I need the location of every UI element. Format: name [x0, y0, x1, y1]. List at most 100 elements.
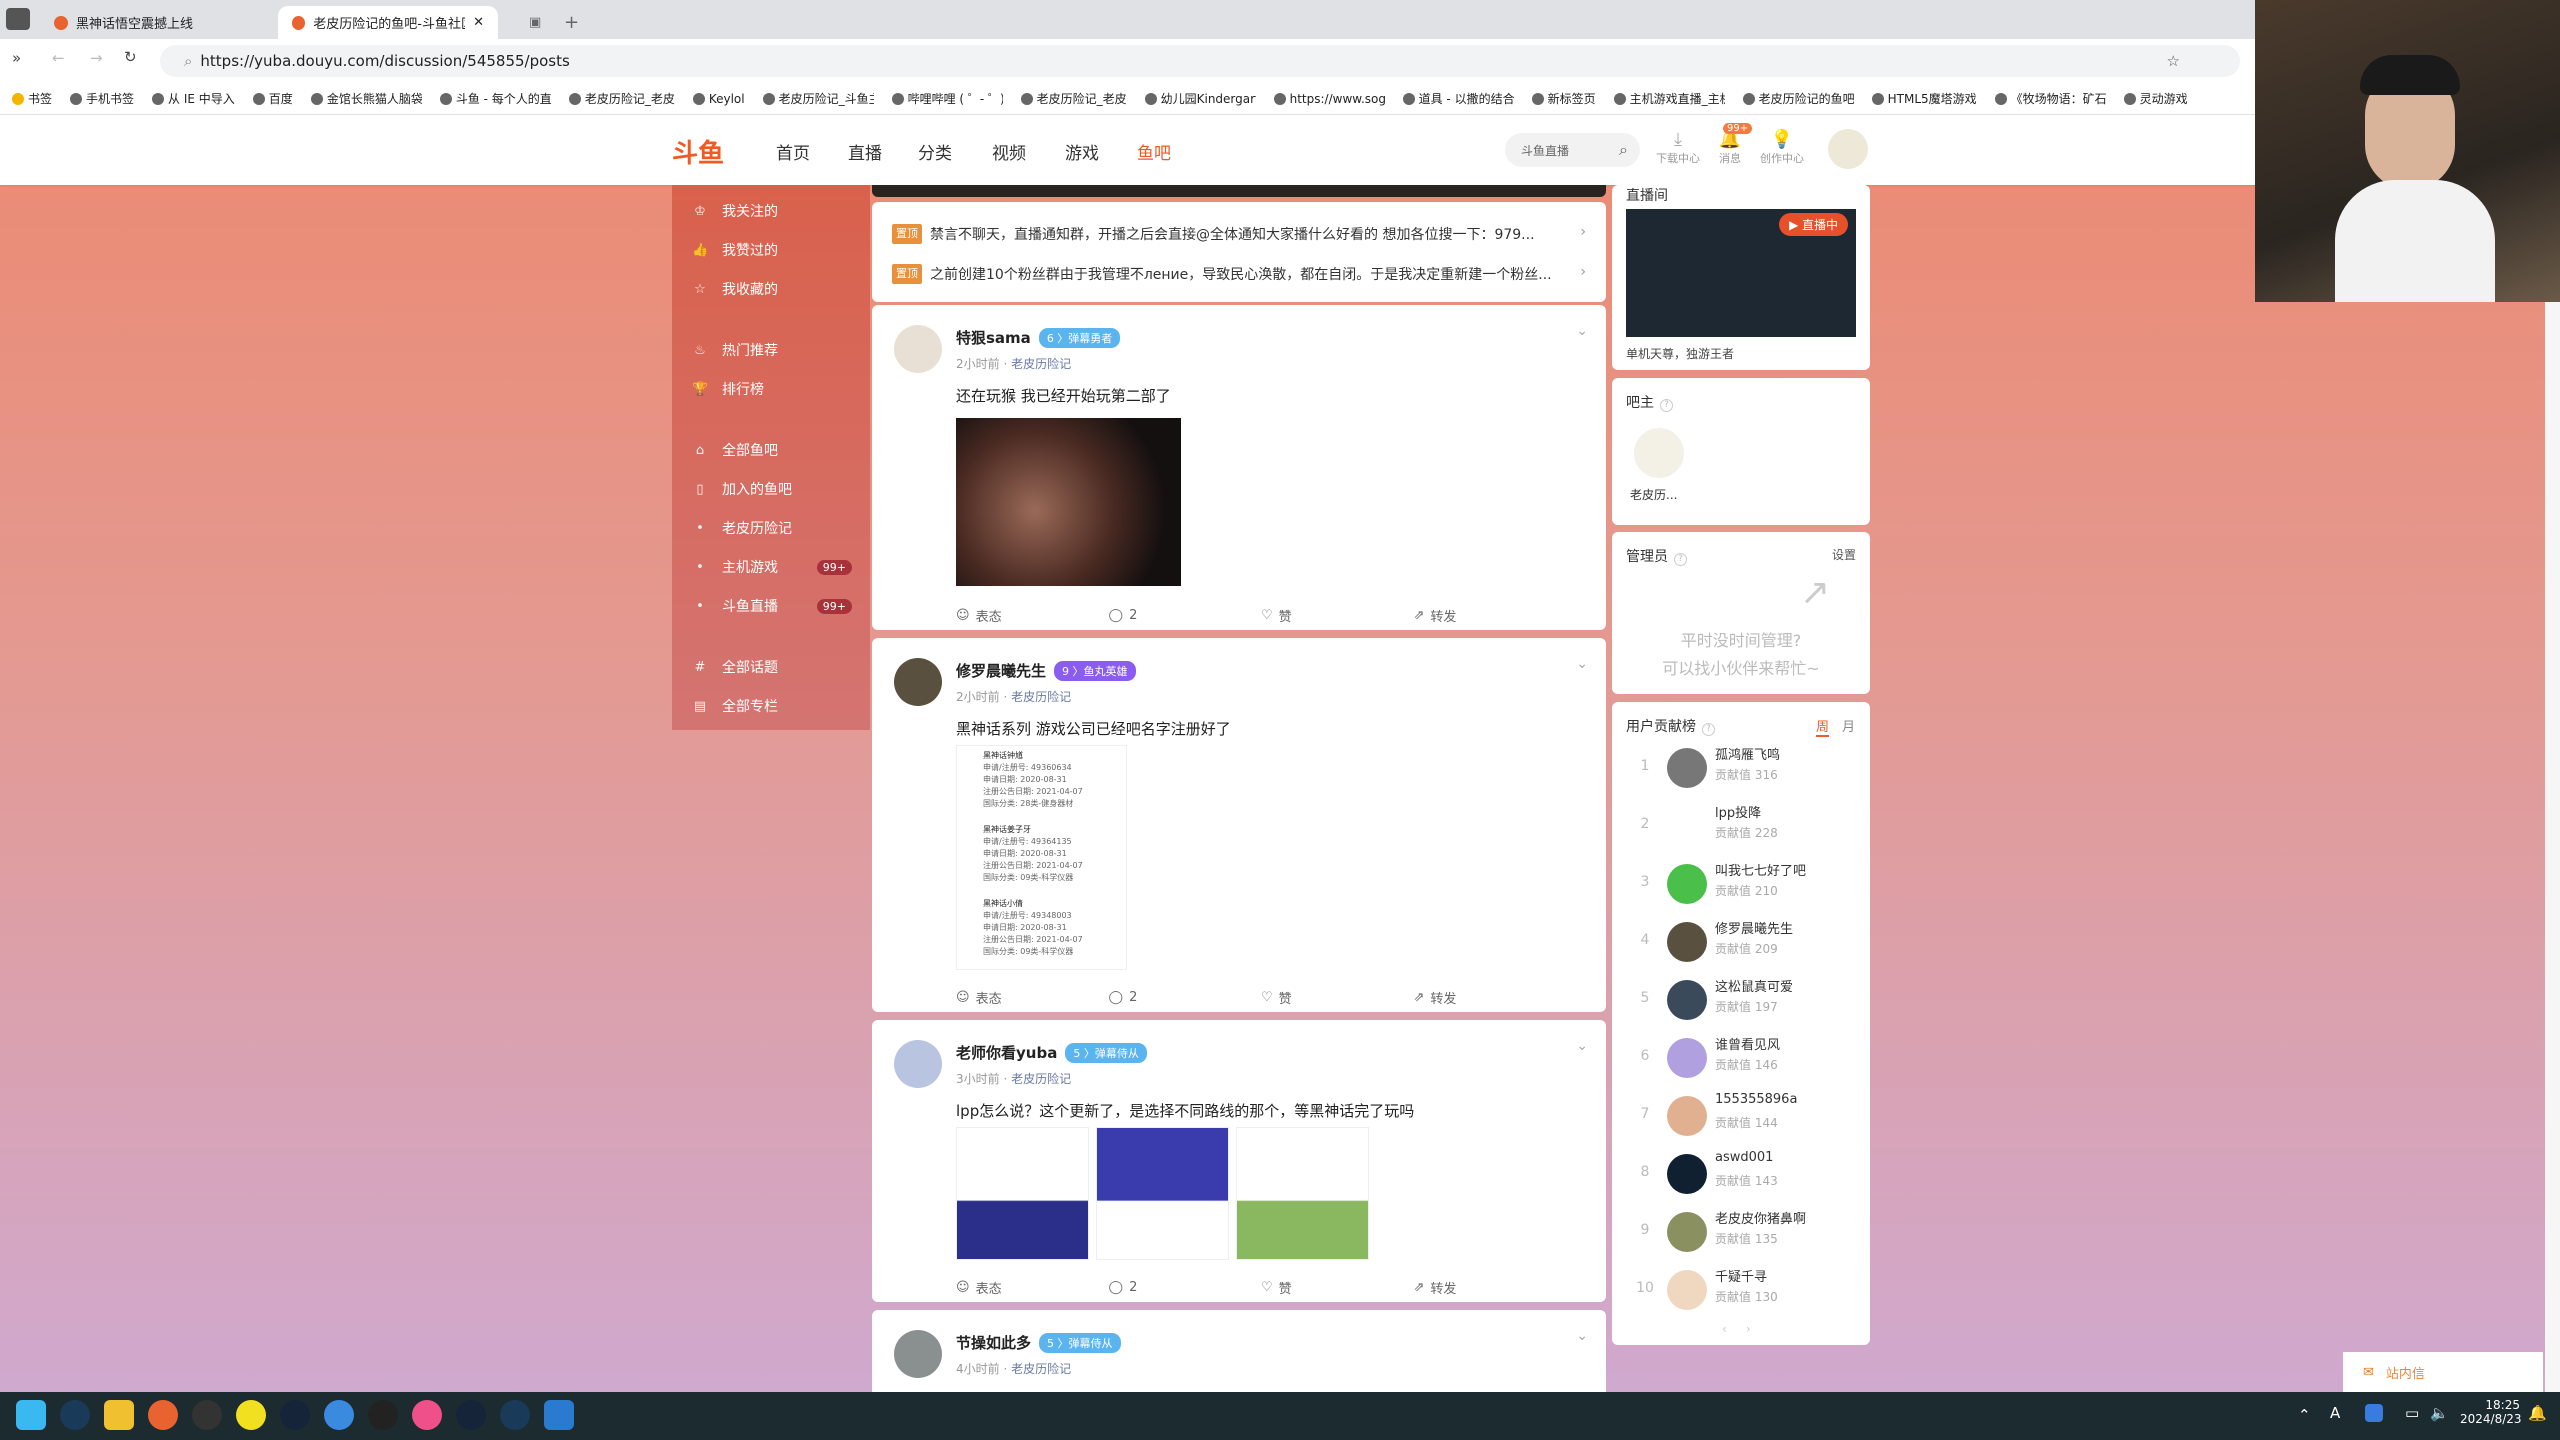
active-app-icon[interactable] [544, 1400, 574, 1430]
community-link[interactable]: 老皮历险记 [1011, 690, 1071, 704]
bookmark-item[interactable]: 斗鱼 - 每个人的直 [439, 90, 551, 107]
bookmark-item[interactable]: 老皮历险记_老皮 [1020, 90, 1127, 107]
nav-1[interactable]: 直播 [848, 139, 882, 164]
sidebar-item-1[interactable]: 👍 我赞过的 [692, 240, 862, 260]
obs-icon[interactable] [192, 1400, 222, 1430]
user-name[interactable]: 叫我七七好了吧 [1715, 860, 1806, 879]
live-thumbnail[interactable]: ▶ 直播中 [1626, 209, 1856, 337]
post-author[interactable]: 修罗晨曦先生 9 〉鱼丸英雄 [956, 660, 1136, 681]
avatar[interactable] [1667, 980, 1707, 1020]
post-image[interactable] [956, 1127, 1089, 1260]
share-button[interactable]: ⇗ 转发 [1414, 606, 1567, 625]
avatar[interactable] [1667, 922, 1707, 962]
chevron-down-icon[interactable]: ⌄ [1576, 323, 1588, 339]
chrome-icon[interactable] [324, 1400, 354, 1430]
nav-4[interactable]: 游戏 [1065, 139, 1099, 164]
help-icon[interactable]: ? [1702, 723, 1715, 736]
tab-actions-icon[interactable] [6, 8, 30, 30]
nav-5[interactable]: 鱼吧 [1137, 139, 1171, 164]
ranking-row[interactable]: 2 lpp投降 贡献值 228 [1612, 800, 1852, 858]
search-input[interactable]: 斗鱼直播 ⌕ [1505, 133, 1640, 167]
ime-indicator[interactable]: A [2330, 1404, 2340, 1422]
user-name[interactable]: 老皮皮你猪鼻啊 [1715, 1208, 1806, 1227]
pinned-post[interactable]: 置顶 禁言不聊天，直播通知群，开播之后会直接@全体通知大家播什么好看的 想加各位搜… [892, 224, 1586, 244]
bookmark-item[interactable]: 哔哩哔哩 ( ゜- ゜)つ [891, 90, 1003, 107]
bookmark-item[interactable]: 百度 [252, 90, 293, 107]
bookmark-item[interactable]: 老皮历险记_斗鱼主 [762, 90, 874, 107]
close-tab-icon[interactable]: ✕ [473, 15, 484, 30]
admin-settings-link[interactable]: 设置 [1832, 546, 1856, 563]
douyu-icon[interactable] [148, 1400, 178, 1430]
user-name[interactable]: 修罗晨曦先生 [1715, 918, 1793, 937]
user-name[interactable]: 这松鼠真可爱 [1715, 976, 1793, 995]
app-g-icon[interactable] [368, 1400, 398, 1430]
nav-2[interactable]: 分类 [918, 139, 952, 164]
sidebar-item-2[interactable]: ☆ 我收藏的 [692, 279, 862, 299]
banner-carousel[interactable] [872, 185, 1606, 197]
react-button[interactable]: ☺ 表态 [956, 988, 1109, 1007]
bookmark-item[interactable]: 老皮历险记的鱼吧 [1742, 90, 1854, 107]
sidebar-item-5[interactable]: ⌂ 全部鱼吧 [692, 440, 862, 460]
clock[interactable]: 18:25 2024/8/23 [2460, 1398, 2522, 1426]
bookmark-item[interactable]: 金馆长熊猫人脑袋 [310, 90, 422, 107]
user-name[interactable]: aswd001 [1715, 1150, 1773, 1165]
user-name[interactable]: lpp投降 [1715, 802, 1761, 821]
help-icon[interactable]: ? [1674, 553, 1687, 566]
bulb-button[interactable]: 💡 创作中心 [1757, 129, 1807, 166]
react-button[interactable]: ☺ 表态 [956, 606, 1109, 625]
ranking-row[interactable]: 4 修罗晨曦先生 贡献值 209 [1612, 916, 1852, 974]
owner-avatar[interactable] [1634, 428, 1684, 478]
bookmark-item[interactable]: 幼儿园Kindergarten [1144, 90, 1256, 107]
sidebar-item-3[interactable]: ♨ 热门推荐 [692, 340, 862, 360]
nav-3[interactable]: 视频 [992, 139, 1026, 164]
avatar[interactable] [1667, 748, 1707, 788]
start-icon[interactable] [16, 1400, 46, 1430]
app-icon[interactable] [456, 1400, 486, 1430]
comment-button[interactable]: ◯ 2 [1109, 606, 1262, 625]
sidebar-toggle-icon[interactable]: » [12, 49, 21, 67]
tab-month[interactable]: 月 [1842, 716, 1855, 735]
post-author[interactable]: 老师你看yuba 5 〉弹幕侍从 [956, 1042, 1147, 1063]
bookmark-item[interactable]: Keylol [692, 92, 745, 106]
post-image[interactable]: 黑神话钟馗 申请/注册号: 49360634 申请日期: 2020-08-31 注册公… [956, 745, 1127, 970]
avatar[interactable] [894, 1330, 942, 1378]
ranking-row[interactable]: 6 谁曾看见风 贡献值 146 [1612, 1032, 1852, 1090]
bookmark-item[interactable]: 道具 - 以撒的结合 [1402, 90, 1514, 107]
sidebar-item-4[interactable]: 🏆 排行榜 [692, 379, 862, 399]
bookmark-item[interactable]: 书签 [12, 90, 52, 107]
sidebar-item-6[interactable]: ▯ 加入的鱼吧 [692, 479, 862, 499]
qq-music-icon[interactable] [236, 1400, 266, 1430]
volume-icon[interactable]: 🔈 [2430, 1404, 2449, 1422]
community-link[interactable]: 老皮历险记 [1011, 1362, 1071, 1376]
sidebar-item-0[interactable]: ♔ 我关注的 [692, 201, 862, 221]
app-icon[interactable] [280, 1400, 310, 1430]
back-icon[interactable]: ← [52, 49, 65, 67]
bilibili-icon[interactable] [412, 1400, 442, 1430]
avatar[interactable] [1667, 1038, 1707, 1078]
comment-button[interactable]: ◯ 2 [1109, 1278, 1262, 1297]
help-icon[interactable]: ? [1660, 399, 1673, 412]
avatar[interactable] [1667, 1212, 1707, 1252]
network-icon[interactable]: ▭ [2405, 1404, 2419, 1422]
like-button[interactable]: ♡ 赞 [1261, 988, 1414, 1007]
tray-chevron-icon[interactable]: ⌃ [2298, 1406, 2311, 1424]
chevron-down-icon[interactable]: ⌄ [1576, 1328, 1588, 1344]
ranking-pager[interactable]: ‹ › [1722, 1322, 1751, 1336]
file-explorer-icon[interactable] [104, 1400, 134, 1430]
user-name[interactable]: 谁曾看见风 [1715, 1034, 1780, 1053]
ranking-row[interactable]: 9 老皮皮你猪鼻啊 贡献值 135 [1612, 1206, 1852, 1264]
forward-icon[interactable]: → [90, 49, 103, 67]
mail-popup[interactable]: ✉ 站内信 [2343, 1352, 2543, 1392]
ranking-row[interactable]: 5 这松鼠真可爱 贡献值 197 [1612, 974, 1852, 1032]
bookmark-item[interactable]: 新标签页 [1531, 90, 1596, 107]
chevron-down-icon[interactable]: ⌄ [1576, 1038, 1588, 1054]
post-text[interactable]: 黑神话系列 游戏公司已经吧名字注册好了 [956, 718, 1231, 739]
ranking-row[interactable]: 8 aswd001 贡献值 143 [1612, 1148, 1852, 1206]
post-image[interactable] [1096, 1127, 1229, 1260]
new-tab-button[interactable]: + [550, 6, 593, 39]
bookmark-item[interactable]: https://www.sog [1273, 92, 1385, 106]
bookmark-item[interactable]: HTML5魔塔游戏 [1871, 90, 1977, 107]
ranking-row[interactable]: 1 孤鸿雁飞鸣 贡献值 316 [1612, 742, 1852, 800]
post-text[interactable]: 还在玩猴 我已经开始玩第二部了 [956, 385, 1171, 406]
avatar[interactable] [1667, 1270, 1707, 1310]
